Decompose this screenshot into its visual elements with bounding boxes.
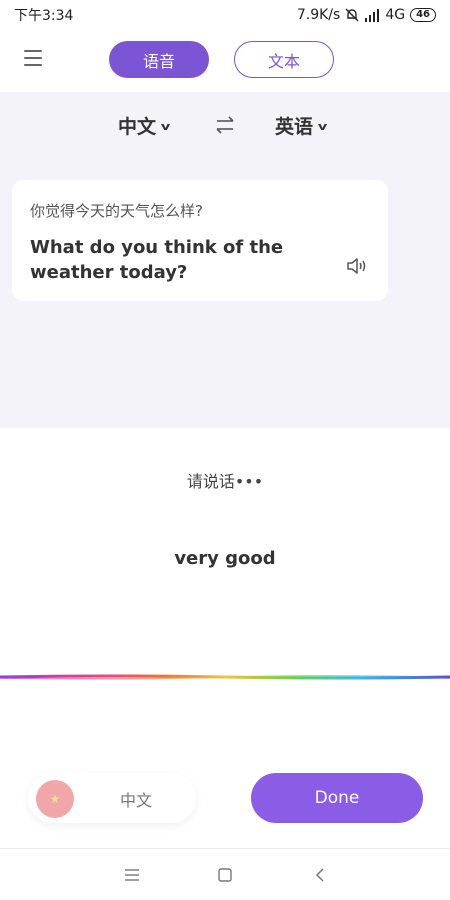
tab-text[interactable]: 文本 (234, 41, 334, 78)
status-indicators: 7.9K/s 4G 46 (297, 7, 436, 23)
tab-voice[interactable]: 语音 (109, 41, 209, 78)
swap-languages-icon[interactable] (215, 116, 235, 138)
network-speed: 7.9K/s (296, 7, 341, 23)
status-time: 下午3:34 (14, 8, 74, 24)
source-text: 你觉得今天的天气怎么样? (30, 202, 203, 220)
status-bar: 下午3:34 7.9K/s 4G 46 (0, 0, 450, 30)
network-type: 4G (385, 7, 406, 23)
chevron-down-icon: v (160, 120, 171, 133)
chevron-down-icon: v (317, 120, 328, 133)
voice-waveform (0, 668, 450, 686)
source-language-label: 中文 (118, 116, 157, 138)
language-selector-row: 中文 v 英语 v (0, 106, 450, 142)
mute-bell-icon (345, 8, 359, 22)
speaker-icon[interactable] (346, 257, 368, 279)
hamburger-menu-icon[interactable] (24, 50, 42, 68)
speak-prompt: 请说话••• (186, 472, 264, 491)
speaker-language-label: 中文 (120, 791, 153, 810)
speaker-language-chip[interactable]: ★ 中文 (28, 773, 196, 823)
translated-text: What do you think of the weather today? (30, 237, 284, 283)
translation-panel: 中文 v 英语 v 你觉得今天的天气怎么样? What do you think… (0, 92, 450, 428)
battery-indicator: 46 (410, 8, 436, 22)
top-header: 语音 文本 (0, 30, 450, 92)
recognized-text: very good (174, 548, 276, 569)
translation-card: 你觉得今天的天气怎么样? What do you think of the we… (12, 180, 388, 301)
done-button[interactable]: Done (251, 773, 423, 823)
home-icon[interactable] (213, 863, 237, 887)
system-navigation-bar (0, 848, 450, 900)
source-language-select[interactable]: 中文 v (118, 112, 171, 139)
back-icon[interactable] (308, 863, 332, 887)
target-language-label: 英语 (275, 116, 314, 138)
recent-apps-icon[interactable] (120, 863, 144, 887)
china-flag-icon: ★ (36, 780, 74, 818)
signal-icon (364, 8, 380, 22)
target-language-select[interactable]: 英语 v (275, 112, 328, 139)
